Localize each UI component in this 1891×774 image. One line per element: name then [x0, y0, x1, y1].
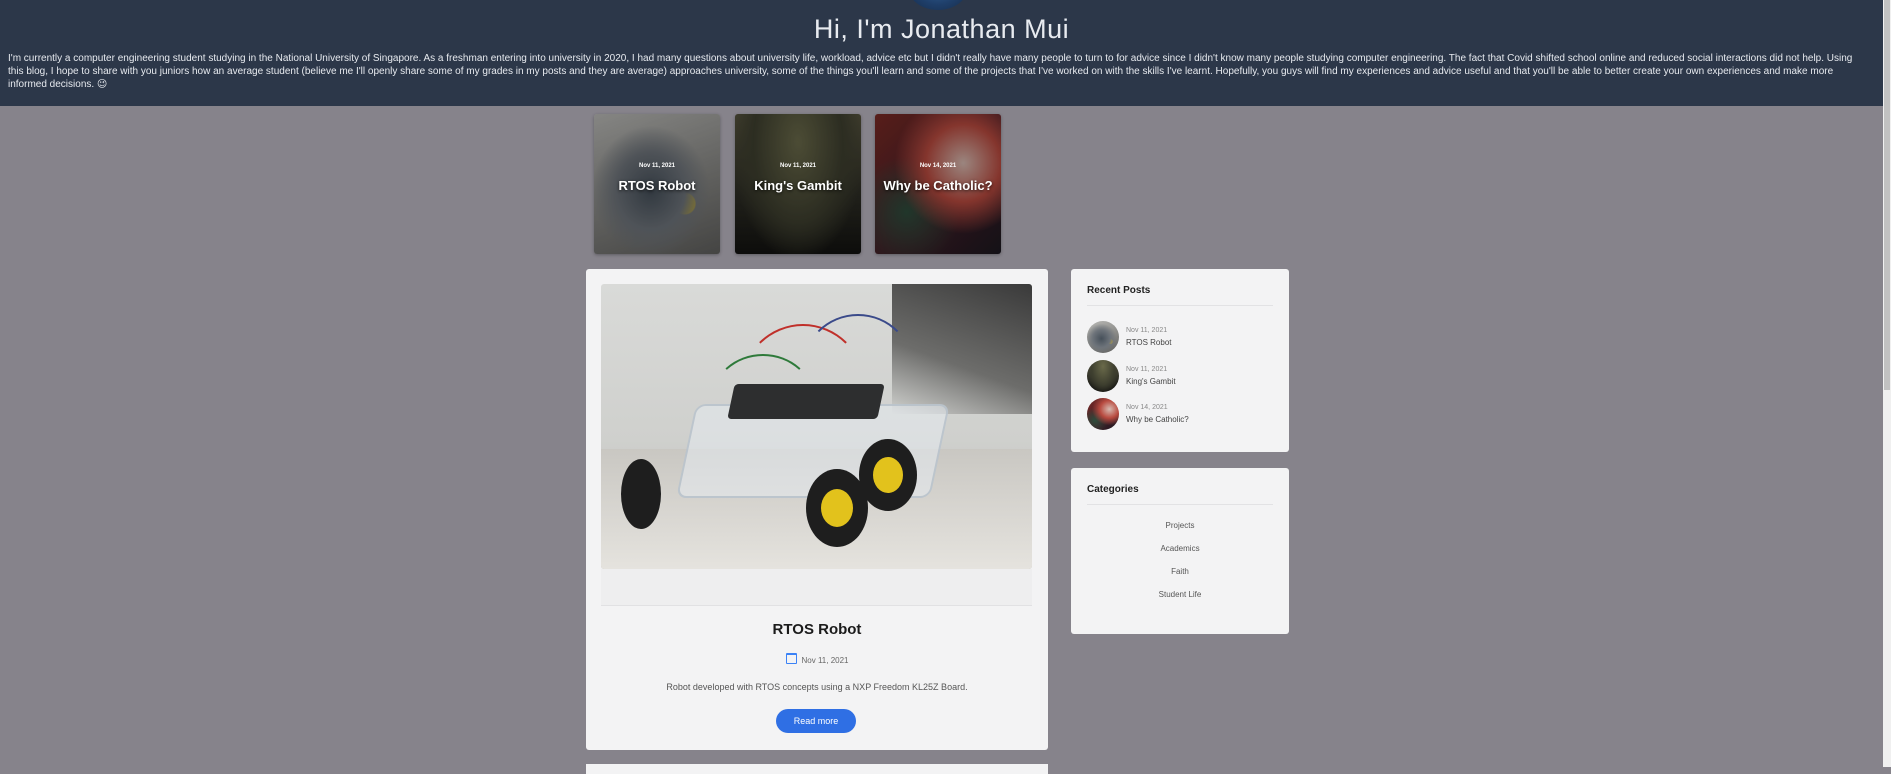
- featured-card-title[interactable]: RTOS Robot: [594, 178, 720, 193]
- wheel: [859, 439, 917, 511]
- recent-post-date: Nov 14, 2021: [1126, 404, 1168, 411]
- featured-card-kings-gambit[interactable]: Nov 11, 2021 King's Gambit: [735, 114, 861, 254]
- category-link-student-life[interactable]: Student Life: [1071, 590, 1289, 599]
- recent-post-title[interactable]: Why be Catholic?: [1126, 415, 1189, 424]
- featured-card-title[interactable]: Why be Catholic?: [875, 178, 1001, 193]
- wheel: [621, 459, 661, 529]
- divider: [1087, 305, 1273, 306]
- featured-card-date: Nov 11, 2021: [638, 163, 676, 169]
- post-date: Nov 11, 2021: [801, 656, 849, 665]
- read-more-button[interactable]: Read more: [776, 709, 856, 733]
- widget-title: Recent Posts: [1087, 285, 1151, 296]
- site-header: Hi, I'm Jonathan Mui I'm currently a com…: [0, 0, 1883, 106]
- recent-post-thumbnail[interactable]: [1087, 321, 1119, 353]
- featured-card-date: Nov 11, 2021: [779, 163, 817, 169]
- recent-post-thumbnail[interactable]: [1087, 398, 1119, 430]
- page-title: Hi, I'm Jonathan Mui: [813, 14, 1070, 44]
- recent-post-item[interactable]: Nov 11, 2021 RTOS Robot: [1087, 321, 1277, 353]
- scrollbar-thumb[interactable]: [1884, 0, 1890, 390]
- wheel: [806, 469, 868, 547]
- recent-post-title[interactable]: King's Gambit: [1126, 377, 1176, 386]
- divider: [1087, 504, 1273, 505]
- featured-card-date: Nov 14, 2021: [919, 163, 957, 169]
- calendar-icon: [785, 653, 797, 664]
- post-title[interactable]: RTOS Robot: [586, 621, 1048, 638]
- recent-post-title[interactable]: RTOS Robot: [1126, 338, 1172, 347]
- recent-post-item[interactable]: Nov 14, 2021 Why be Catholic?: [1087, 398, 1277, 430]
- category-link-academics[interactable]: Academics: [1071, 544, 1289, 553]
- recent-post-thumbnail[interactable]: [1087, 360, 1119, 392]
- post-description: Robot developed with RTOS concepts using…: [666, 682, 968, 692]
- featured-card-rtos-robot[interactable]: Nov 11, 2021 RTOS Robot: [594, 114, 720, 254]
- recent-post-item[interactable]: Nov 11, 2021 King's Gambit: [1087, 360, 1277, 392]
- profile-avatar: [908, 0, 968, 10]
- post-card: RTOS Robot Nov 11, 2021 Robot developed …: [586, 269, 1048, 750]
- featured-card-title[interactable]: King's Gambit: [735, 178, 861, 193]
- post-image[interactable]: [601, 284, 1032, 569]
- recent-posts-widget: Recent Posts Nov 11, 2021 RTOS Robot Nov…: [1071, 269, 1289, 452]
- recent-post-date: Nov 11, 2021: [1126, 366, 1168, 373]
- featured-card-why-be-catholic[interactable]: Nov 14, 2021 Why be Catholic?: [875, 114, 1001, 254]
- categories-widget: Categories Projects Academics Faith Stud…: [1071, 468, 1289, 634]
- page-scrollbar[interactable]: [1883, 0, 1891, 767]
- next-post-card: [586, 764, 1048, 774]
- intro-text: I'm currently a computer engineering stu…: [8, 53, 1853, 90]
- post-date-row: Nov 11, 2021: [586, 653, 1048, 665]
- recent-post-date: Nov 11, 2021: [1126, 327, 1168, 334]
- category-link-projects[interactable]: Projects: [1071, 521, 1289, 530]
- widget-title: Categories: [1087, 484, 1139, 495]
- category-link-faith[interactable]: Faith: [1071, 567, 1289, 576]
